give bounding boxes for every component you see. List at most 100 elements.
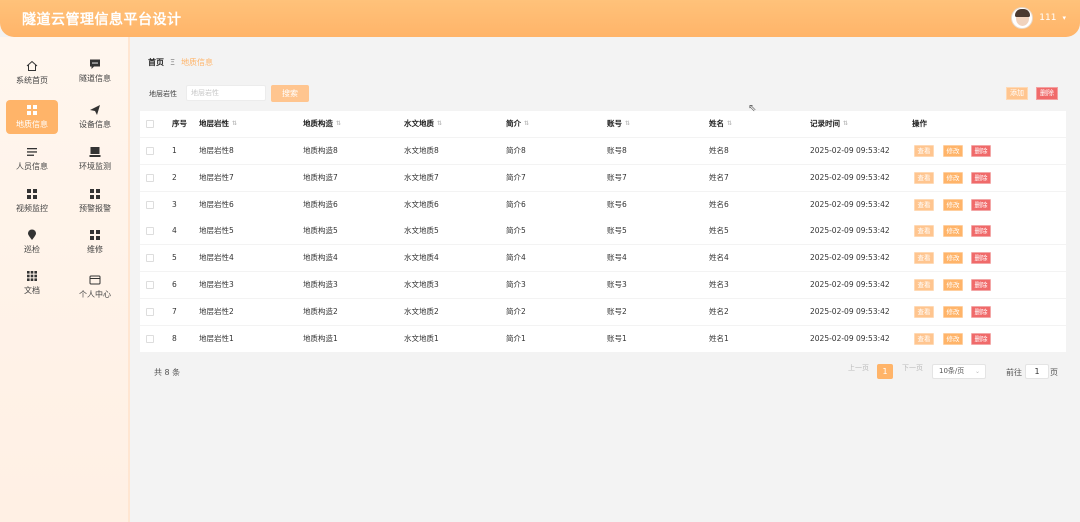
sidebar-item-maintenance[interactable]: 维修 [69,225,121,259]
column-header-sortable[interactable]: 姓名 ⇅ [709,111,732,137]
table-cell: 2 [172,172,177,182]
edit-button[interactable]: 修改 [943,332,963,345]
avatar[interactable] [1011,7,1034,29]
table-cell: 地层岩性1 [199,333,234,343]
sidebar-item-profile[interactable]: 个人中心 [69,270,121,304]
add-button[interactable]: 添加 [1006,87,1028,100]
sidebar-item-equipment-info[interactable]: 设备信息 [69,100,121,134]
table-cell: 简介7 [506,172,526,182]
sidebar-item-geology-info[interactable]: 地质信息 [6,100,58,134]
row-checkbox[interactable] [146,227,154,236]
list-icon [27,148,37,156]
sort-icon[interactable]: ⇅ [524,121,529,127]
app-title: 隧道云管理信息平台设计 [22,12,182,28]
edit-button[interactable]: 修改 [943,305,963,318]
row-checkbox[interactable] [146,200,154,209]
table-cell: 姓名5 [709,226,729,236]
sort-icon[interactable]: ⇅ [727,121,732,127]
table-cell: 7 [172,306,177,316]
table-cell: 地层岩性2 [199,306,234,316]
sidebar-item-label: 预警报警 [79,204,111,213]
column-header-sortable[interactable]: 地质构造 ⇅ [303,111,341,137]
sidebar-item-inspection[interactable]: 巡检 [6,225,58,259]
column-header-sortable[interactable]: 水文地质 ⇅ [404,111,442,137]
table-row: 8 地层岩性1 地质构造1 水文地质1 简介1 账号1 姓名1 2025-02-09 09:5… [140,325,1066,352]
table-cell: 地质构造7 [303,172,338,182]
next-page-button[interactable]: 下一页 [902,363,923,373]
table-cell: 账号6 [607,199,627,209]
table-cell: 3 [172,199,177,209]
delete-button[interactable]: 删除 [1036,87,1058,100]
select-all-checkbox[interactable] [146,120,154,128]
breadcrumb-home[interactable]: 首页 [148,57,164,68]
row-checkbox[interactable] [146,307,154,316]
column-header-sortable[interactable]: 简介 ⇅ [506,111,529,137]
home-icon [26,60,38,71]
sort-icon[interactable]: ⇅ [336,121,341,127]
sidebar-item-label: 隧道信息 [79,74,111,83]
search-input[interactable] [186,85,266,101]
column-header-sortable[interactable]: 账号 ⇅ [607,111,630,137]
edit-button[interactable]: 修改 [943,171,963,184]
user-menu[interactable]: 111 ▾ [1011,7,1066,29]
edit-button[interactable]: 修改 [943,145,963,157]
sidebar-item-label: 设备信息 [79,120,111,129]
sort-icon[interactable]: ⇅ [625,121,630,127]
table-cell: 8 [172,333,177,343]
table-cell: 水文地质3 [404,280,439,289]
page-size-select[interactable]: 10条/页 ⌄ [932,364,986,379]
sidebar-item-label: 文档 [24,286,40,295]
sidebar-item-personnel-info[interactable]: 人员信息 [6,142,58,176]
row-delete-button[interactable]: 删除 [971,279,991,291]
row-delete-button[interactable]: 删除 [971,171,991,184]
sort-icon[interactable]: ⇅ [437,121,442,127]
view-button[interactable]: 查看 [914,145,934,157]
row-checkbox[interactable] [146,147,154,155]
row-delete-button[interactable]: 删除 [971,332,991,345]
row-checkbox[interactable] [146,334,154,343]
row-delete-button[interactable]: 删除 [971,198,991,211]
sidebar-item-early-warning[interactable]: 预警报警 [69,184,121,218]
table-cell: 账号2 [607,306,627,316]
sort-icon[interactable]: ⇅ [843,121,848,127]
view-button[interactable]: 查看 [914,198,934,211]
row-delete-button[interactable]: 删除 [971,305,991,318]
username[interactable]: 111 [1039,13,1056,23]
table-cell: 简介8 [506,146,526,155]
sidebar-item-tunnel-info[interactable]: 隧道信息 [69,54,121,88]
prev-page-button[interactable]: 上一页 [848,363,869,373]
page-size-value: 10条/页 [939,367,965,375]
view-button[interactable]: 查看 [914,332,934,345]
edit-button[interactable]: 修改 [943,252,963,265]
sidebar-item-video-surveillance[interactable]: 视频监控 [6,184,58,218]
view-button[interactable]: 查看 [914,171,934,184]
table-cell: 地质构造2 [303,306,338,316]
column-header-sortable[interactable]: 记录时间 ⇅ [810,111,848,137]
edit-button[interactable]: 修改 [943,198,963,211]
column-header: 地层岩性 [199,119,229,128]
row-delete-button[interactable]: 删除 [971,252,991,265]
edit-button[interactable]: 修改 [943,279,963,291]
row-delete-button[interactable]: 删除 [971,225,991,238]
table-row: 7 地层岩性2 地质构造2 水文地质2 简介2 账号2 姓名2 2025-02-09 09:5… [140,298,1066,325]
sidebar-item-environment-monitoring[interactable]: 环境监测 [69,142,121,176]
sidebar-item-home[interactable]: 系统首页 [6,56,58,90]
total-count: 共 8 条 [154,368,181,377]
view-button[interactable]: 查看 [914,305,934,318]
view-button[interactable]: 查看 [914,252,934,265]
sort-icon[interactable]: ⇅ [232,121,237,127]
sidebar-item-documents[interactable]: 文档 [6,266,58,300]
view-button[interactable]: 查看 [914,225,934,238]
chevron-down-icon[interactable]: ▾ [1062,14,1066,22]
row-checkbox[interactable] [146,281,154,289]
row-checkbox[interactable] [146,254,154,263]
row-checkbox[interactable] [146,173,154,182]
view-button[interactable]: 查看 [914,279,934,291]
goto-page-input[interactable]: 1 [1025,364,1049,379]
row-delete-button[interactable]: 删除 [971,145,991,157]
edit-button[interactable]: 修改 [943,225,963,238]
table-cell: 2025-02-09 09:53:42 [810,226,890,236]
page-number-current[interactable]: 1 [877,364,893,379]
search-button[interactable]: 搜索 [271,85,309,102]
column-header-sortable[interactable]: 地层岩性 ⇅ [199,111,237,137]
